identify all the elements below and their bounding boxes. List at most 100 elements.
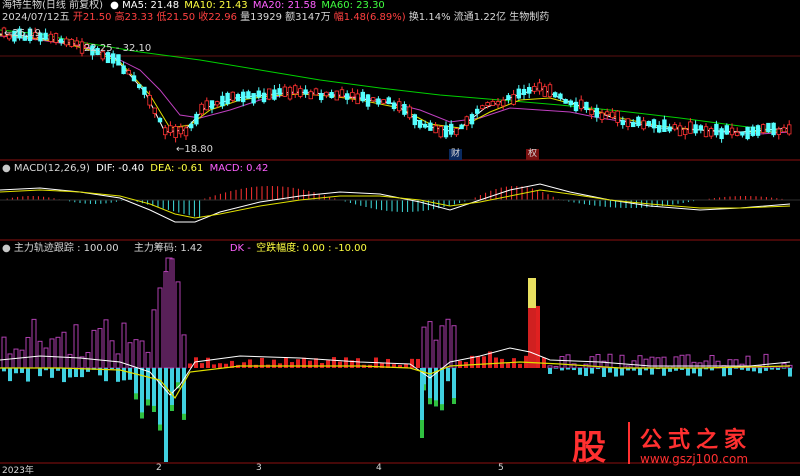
- candle-body: [699, 126, 703, 130]
- candle-body: [481, 106, 485, 109]
- macd-title[interactable]: MACD(12,26,9): [14, 163, 90, 174]
- indicator-cyan-bar: [722, 368, 726, 376]
- indicator-cyan-bar: [26, 368, 30, 382]
- x-tick-label: 5: [498, 463, 504, 473]
- indicator-cyan-bar: [686, 368, 690, 376]
- candle-body: [611, 112, 615, 117]
- candle-body: [423, 124, 427, 127]
- candle-body: [366, 95, 370, 107]
- indicator-purple-bar: [446, 319, 450, 368]
- candle-body: [408, 107, 412, 118]
- candle-body: [387, 98, 391, 104]
- price-low-label: ←18.80: [176, 144, 213, 156]
- tag-cai[interactable]: 财: [449, 149, 462, 160]
- indicator-purple-bar: [128, 343, 132, 368]
- watermark-divider: [628, 422, 630, 464]
- candle-body: [335, 91, 339, 100]
- candle-body: [616, 111, 620, 122]
- candle-body: [741, 132, 745, 135]
- dif-line: [0, 184, 790, 222]
- indicator-cyan-bar: [692, 368, 696, 373]
- candle-body: [205, 101, 209, 110]
- candle-body: [111, 54, 115, 63]
- candle-body: [273, 90, 277, 100]
- candle-body: [392, 103, 396, 109]
- candle-body: [403, 104, 407, 114]
- indicator-cyan-bar: [20, 368, 24, 373]
- indicator-cyan-bar: [158, 368, 162, 431]
- indicator-cyan-bar: [38, 368, 42, 376]
- candle-body: [449, 124, 453, 134]
- candle-body: [184, 128, 188, 136]
- indicator-red-bar: [512, 358, 516, 368]
- indicator-cyan-bar: [596, 368, 600, 369]
- indicator-purple-bar: [86, 352, 90, 368]
- indicator-red-bar: [506, 363, 510, 368]
- candle-body: [533, 86, 537, 91]
- indicator-purple-bar: [56, 337, 60, 368]
- candle-body: [148, 95, 152, 105]
- candle-body: [491, 101, 495, 105]
- candle-body: [221, 96, 225, 106]
- dk-label: DK -: [230, 243, 251, 254]
- indicator-purple-bar: [50, 339, 54, 368]
- candle-body: [413, 115, 417, 125]
- watermark: 股 公式之家 www.gszj100.com: [560, 418, 798, 472]
- indicator-red-bar: [296, 359, 300, 368]
- candle-body: [75, 41, 79, 45]
- indicator-purple-bar: [560, 357, 564, 368]
- indicator-cyan-bar: [572, 368, 576, 370]
- candle-body: [767, 123, 771, 132]
- indicator-cyan-bar: [764, 368, 768, 371]
- indicator-purple-bar: [152, 310, 156, 368]
- candle-body: [605, 112, 609, 115]
- indicator-red-bar: [242, 362, 246, 368]
- macd-header: ● MACD(12,26,9) DIF: -0.40 DEA: -0.61 MA…: [2, 163, 268, 175]
- indicator-header: ● 主力轨迹跟踪 : 100.00 主力筹码: 1.42 DK - 空跌幅度: …: [2, 243, 367, 255]
- indicator-purple-bar: [38, 341, 42, 368]
- watermark-logo-glyph: 股: [572, 420, 606, 469]
- indicator-cyan-bar: [782, 368, 786, 369]
- indicator-purple-bar: [440, 326, 444, 368]
- candle-body: [507, 96, 511, 100]
- indicator-red-bar: [416, 359, 420, 368]
- candle-body: [340, 90, 344, 97]
- indicator-cyan-bar: [62, 368, 66, 382]
- indicator-green-tip: [146, 399, 150, 405]
- chip-label: 主力筹码: 1.42: [134, 243, 203, 254]
- candle-body: [397, 102, 401, 111]
- indicator-purple-bar: [182, 335, 186, 368]
- candle-body: [501, 100, 505, 106]
- indicator-green-tip: [452, 398, 456, 404]
- candle-body: [153, 108, 157, 113]
- dea-line: [0, 190, 790, 218]
- indicator-cyan-bar: [440, 368, 444, 410]
- candle-body: [782, 128, 786, 132]
- indicator-cyan-bar: [638, 368, 642, 375]
- indicator-purple-bar: [566, 355, 570, 368]
- candle-body: [746, 127, 750, 139]
- track-label[interactable]: 主力轨迹跟踪 : 100.00: [14, 243, 119, 254]
- indicator-purple-bar: [122, 323, 126, 368]
- candle-body: [351, 92, 355, 97]
- candle-body: [460, 125, 464, 129]
- indicator-green-tip: [170, 405, 174, 411]
- candle-body: [637, 117, 641, 126]
- candle-body: [626, 119, 630, 127]
- indicator-red-bar: [308, 361, 312, 368]
- x-tick-label: 2: [156, 463, 162, 473]
- candle-body: [621, 121, 625, 125]
- indicator-red-bar: [290, 362, 294, 368]
- indicator-red-bar: [206, 358, 210, 368]
- indicator-red-bar: [482, 356, 486, 368]
- indicator-purple-bar: [166, 258, 172, 368]
- indicator-purple-bar: [704, 361, 708, 368]
- indicator-purple-bar: [134, 340, 138, 368]
- watermark-url[interactable]: www.gszj100.com: [640, 452, 748, 466]
- indicator-cyan-bar: [446, 368, 450, 381]
- indicator-purple-bar: [8, 354, 12, 368]
- candle-body: [538, 83, 542, 91]
- tag-quan[interactable]: 权: [526, 149, 539, 160]
- indicator-red-bar: [218, 363, 222, 368]
- stock-chart[interactable]: [0, 0, 800, 474]
